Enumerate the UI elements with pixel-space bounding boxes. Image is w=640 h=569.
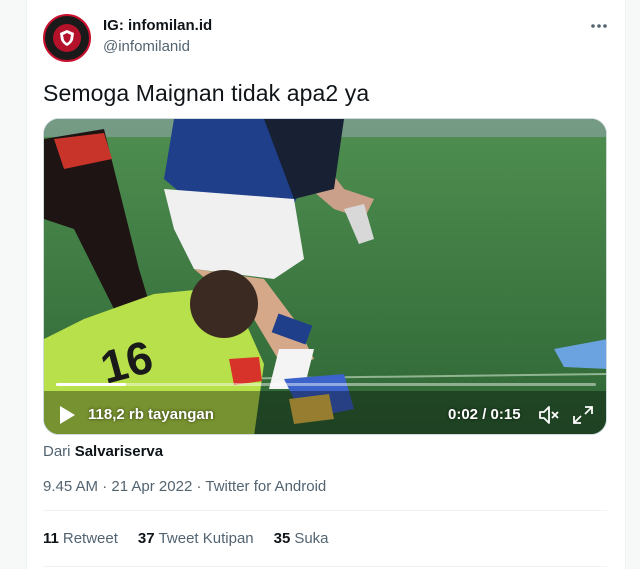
- video-source: Dari Salvariserva: [43, 443, 163, 460]
- quotes-count: 37: [137, 530, 155, 547]
- meta-separator: ·: [196, 478, 202, 495]
- likes-stat[interactable]: 35 Suka: [274, 530, 329, 547]
- retweets-count: 11: [43, 530, 59, 547]
- fullscreen-button[interactable]: [572, 405, 594, 425]
- play-button[interactable]: [58, 405, 76, 425]
- retweets-stat[interactable]: 11 Retweet: [43, 530, 118, 547]
- fullscreen-icon: [573, 406, 593, 424]
- video-frame: 16: [44, 119, 606, 434]
- quote-tweets-stat[interactable]: 37 Tweet Kutipan: [138, 530, 254, 547]
- divider: [43, 510, 607, 511]
- play-icon: [60, 406, 75, 424]
- video-controls: 118,2 rb tayangan 0:02 / 0:15: [44, 395, 606, 434]
- likes-count: 35: [273, 530, 291, 547]
- tweet-card: IG: infomilan.id @infomilanid Semoga Mai…: [26, 0, 626, 569]
- video-player[interactable]: 16 118,2 rb tayangan 0:02 / 0:15: [43, 118, 607, 435]
- quotes-label: Tweet Kutipan: [158, 530, 254, 547]
- likes-label: Suka: [294, 530, 329, 547]
- shield-icon: [53, 24, 81, 52]
- tweet-stats: 11 Retweet 37 Tweet Kutipan 35 Suka: [43, 530, 329, 547]
- view-count: 118,2 rb tayangan: [88, 406, 214, 423]
- video-progress-fill: [56, 383, 127, 386]
- video-time: 0:02 / 0:15: [448, 406, 521, 423]
- volume-muted-icon: [539, 406, 559, 424]
- tweet-client[interactable]: Twitter for Android: [205, 478, 326, 495]
- video-progress-bar[interactable]: [56, 383, 596, 386]
- tweet-time[interactable]: 9.45 AM: [43, 478, 98, 495]
- tweet-date[interactable]: 21 Apr 2022: [111, 478, 192, 495]
- avatar[interactable]: [43, 14, 91, 62]
- source-prefix: Dari: [43, 443, 71, 460]
- tweet-text: Semoga Maignan tidak apa2 ya: [43, 80, 370, 106]
- handle[interactable]: @infomilanid: [103, 38, 190, 55]
- more-options-button[interactable]: [587, 14, 611, 38]
- divider: [43, 566, 607, 567]
- retweets-label: Retweet: [62, 530, 118, 547]
- source-name-link[interactable]: Salvariserva: [75, 443, 163, 460]
- tweet-meta: 9.45 AM · 21 Apr 2022 · Twitter for Andr…: [43, 478, 326, 495]
- display-name[interactable]: IG: infomilan.id: [103, 17, 212, 34]
- more-horizontal-icon: [591, 24, 607, 28]
- meta-separator: ·: [102, 478, 108, 495]
- mute-button[interactable]: [538, 405, 560, 425]
